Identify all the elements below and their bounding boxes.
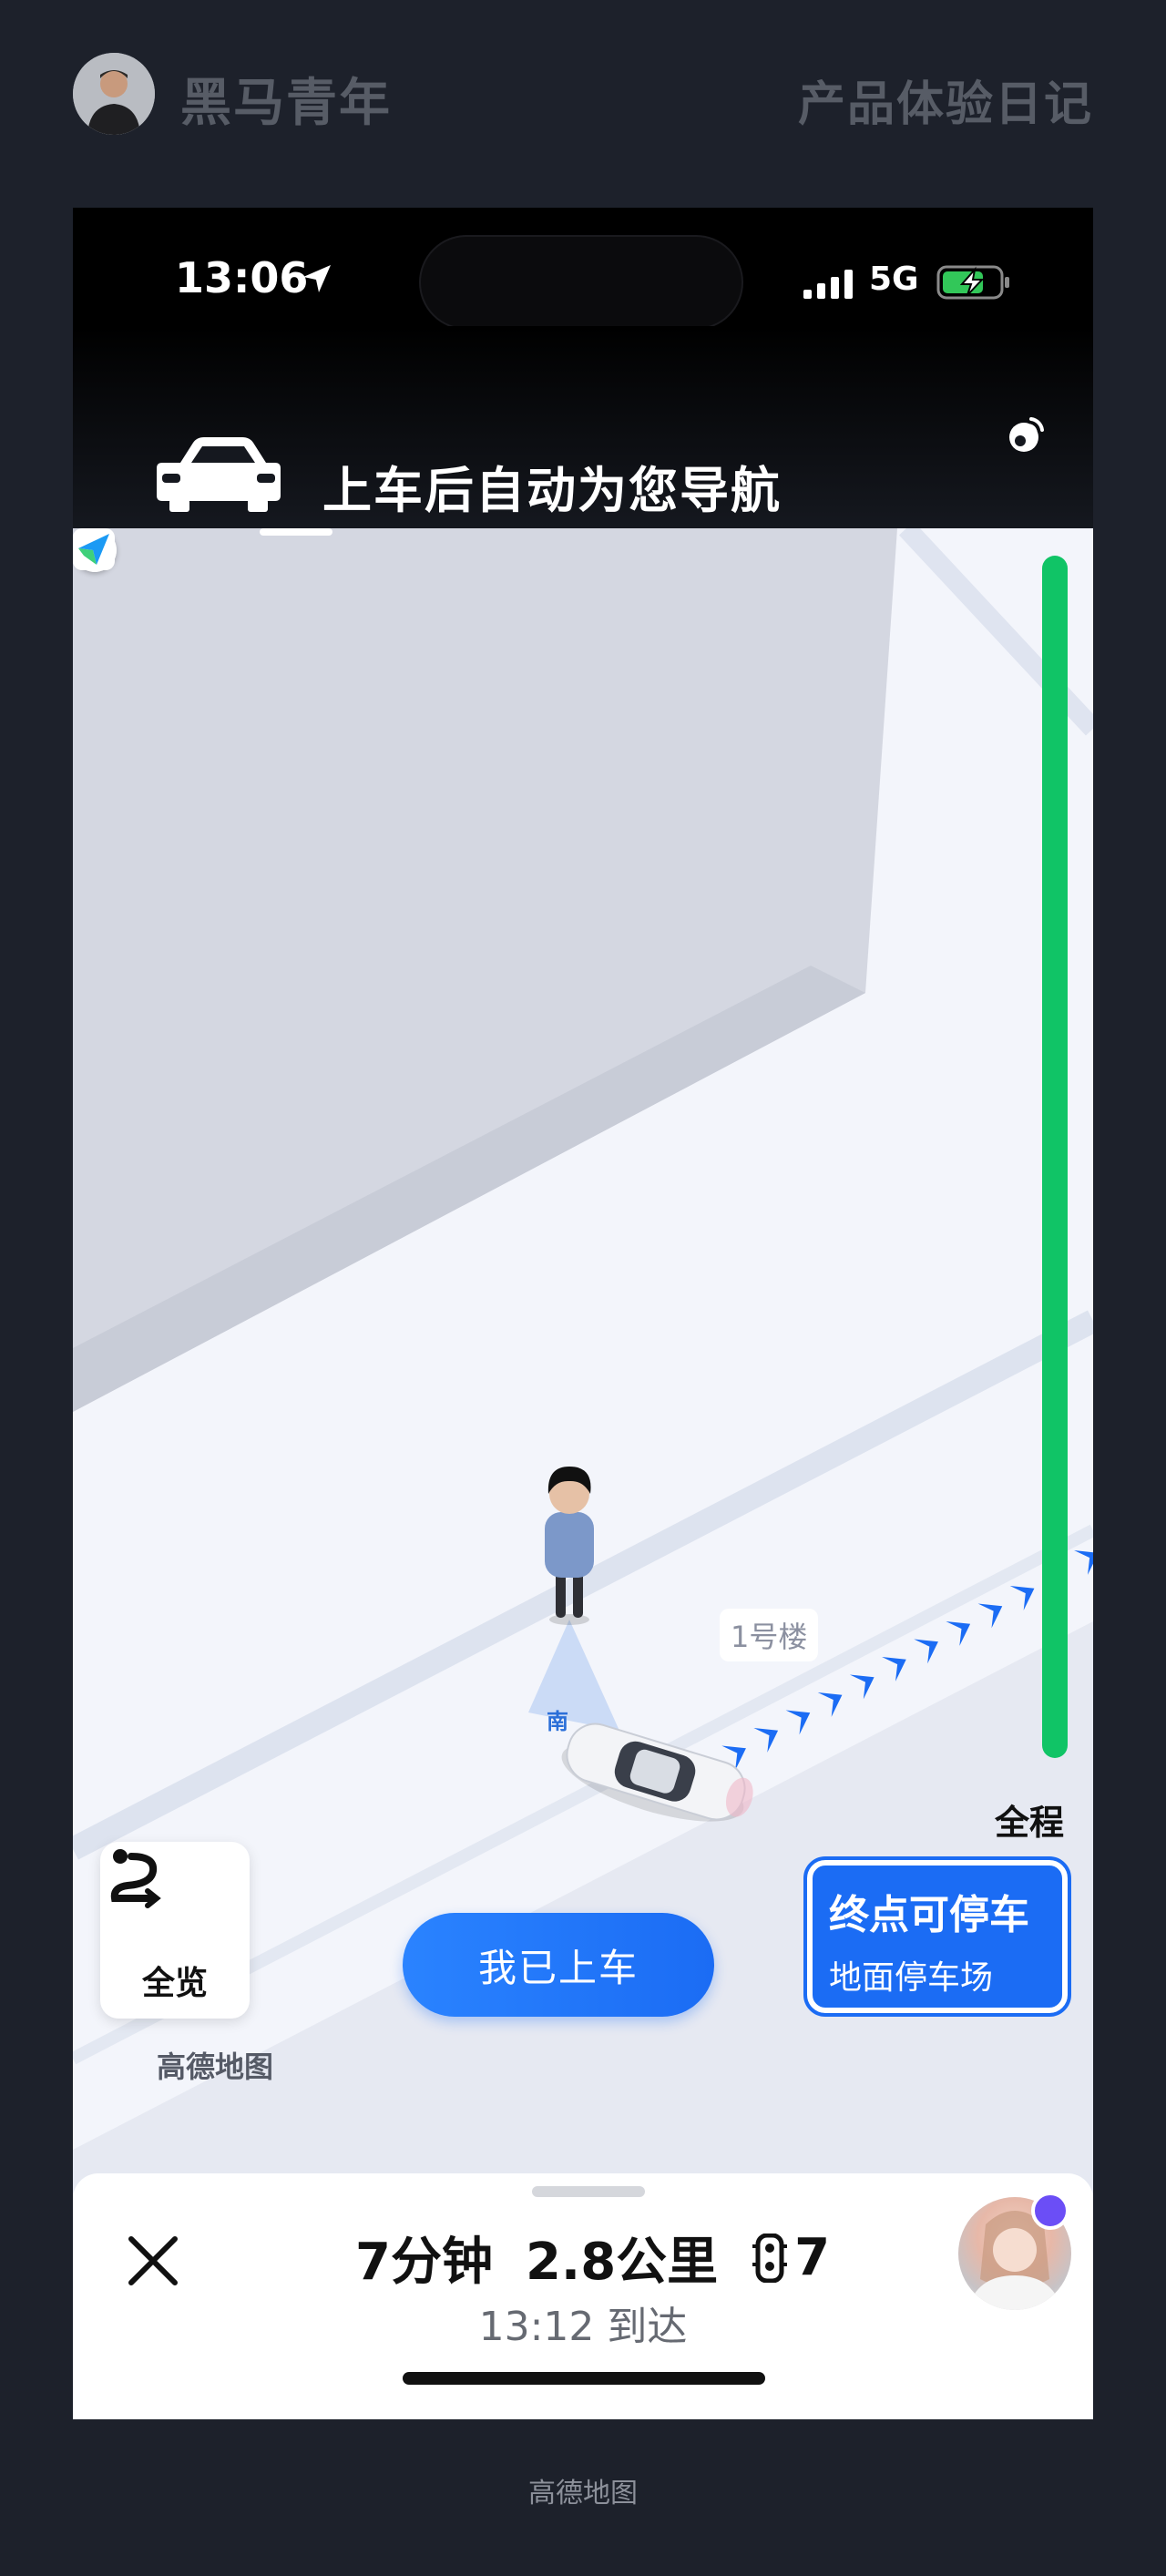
amap-logo-icon — [73, 528, 115, 570]
trip-duration: 7分钟 — [355, 2233, 493, 2292]
footer-caption: 高德地图 — [528, 2478, 638, 2510]
route-progress-bar — [1042, 556, 1068, 1758]
status-bar: 13:06 5G — [73, 208, 1093, 330]
overview-label: 全览 — [141, 1965, 208, 2002]
building-label: 1号楼 — [720, 1609, 819, 1661]
author-avatar — [73, 53, 155, 135]
boarded-button[interactable]: 我已上车 — [403, 1913, 714, 2017]
driver-badge-icon — [1031, 2192, 1069, 2230]
parking-title: 终点可停车 — [829, 1892, 1029, 1938]
series-title: 产品体验日记 — [797, 77, 1093, 132]
destination-parking-card[interactable]: 终点可停车 地面停车场 — [803, 1856, 1071, 2017]
navigation-banner: 上车后自动为您导航 — [73, 326, 1093, 528]
phone-screen: 13:06 5G 上车后自动为您导航 南 1号楼 全程 全览 我已上车 终点可停… — [73, 208, 1093, 2419]
trip-distance: 2.8公里 — [525, 2233, 719, 2292]
location-arrow-icon — [303, 265, 331, 292]
voice-broadcast-icon[interactable] — [1006, 414, 1048, 455]
map-canvas — [73, 528, 1093, 2419]
network-type: 5G — [869, 261, 919, 298]
route-progress-label[interactable]: 全程 — [995, 1794, 1064, 1845]
trip-summary: 7分钟 2.8公里 7 — [355, 2221, 830, 2295]
amap-brand-label: 高德地图 — [157, 2050, 274, 2084]
page: 黑马青年 产品体验日记 13:06 5G 上车后自动为您导航 南 1号楼 全程 … — [0, 0, 1166, 2576]
arrival-time: 13:12 到达 — [478, 2304, 688, 2350]
sheet-grabber[interactable] — [532, 2186, 645, 2197]
car-icon — [157, 437, 281, 512]
close-icon[interactable] — [124, 2232, 182, 2290]
navigation-message: 上车后自动为您导航 — [322, 462, 782, 519]
overview-button[interactable]: 全览 — [100, 1842, 250, 2019]
route-overview-icon — [110, 1849, 161, 1908]
signal-icon — [803, 270, 853, 299]
battery-charging-icon — [936, 265, 1009, 300]
direction-label: 南 — [547, 1709, 568, 1734]
map-label-stub — [260, 528, 332, 536]
parking-subtitle: 地面停车场 — [829, 1959, 994, 1997]
status-time: 13:06 — [175, 253, 309, 302]
author-name: 黑马青年 — [180, 74, 392, 133]
traffic-lights: 7 — [751, 2228, 830, 2287]
traffic-light-icon — [752, 2233, 788, 2283]
home-indicator — [403, 2372, 765, 2385]
map-view[interactable]: 南 1号楼 全程 全览 我已上车 终点可停车 地面停车场 高德地图 — [73, 528, 1093, 2419]
dynamic-island — [419, 235, 743, 330]
traffic-light-count: 7 — [794, 2228, 831, 2287]
